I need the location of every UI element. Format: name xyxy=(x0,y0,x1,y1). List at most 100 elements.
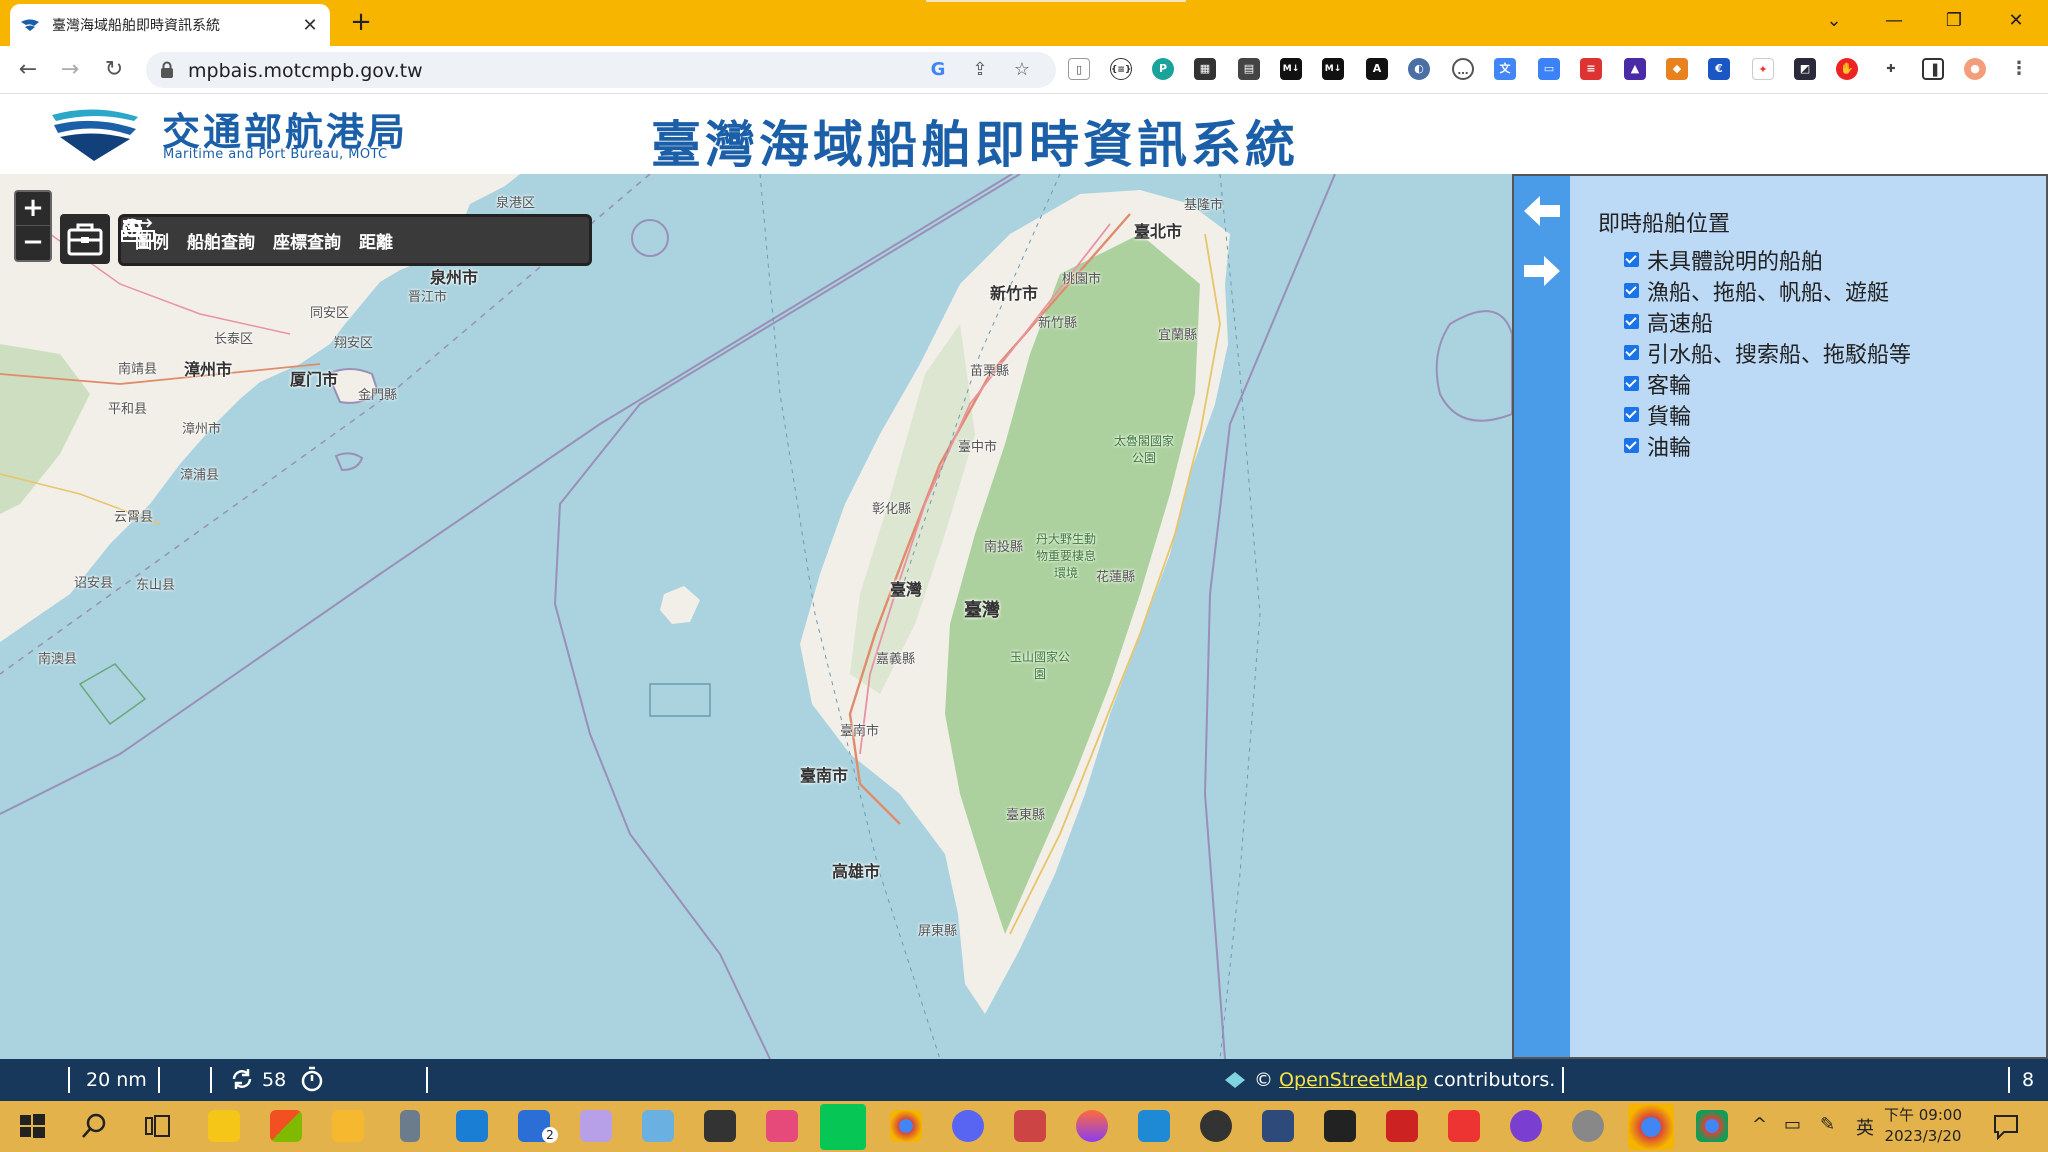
browser-tab[interactable]: 臺灣海域船舶即時資訊系統 ✕ xyxy=(10,4,330,46)
sticky-notes-icon[interactable] xyxy=(208,1110,240,1142)
app-screen-icon[interactable] xyxy=(642,1110,674,1142)
bookmark-icon[interactable]: ▯ xyxy=(1068,58,1090,80)
map-view[interactable]: 泉港区 泉州市 晋江市 同安区 长泰区 翔安区 南靖县 漳州市 厦门市 金門縣 … xyxy=(0,174,1512,1059)
toolbox-button[interactable] xyxy=(60,214,110,264)
share-icon[interactable]: ⇪ xyxy=(968,58,992,82)
arrow-left-icon[interactable] xyxy=(1522,194,1562,228)
euro-ext-icon[interactable]: € xyxy=(1708,58,1730,80)
p-ext-icon[interactable]: P xyxy=(1152,58,1174,80)
markdown-ext-icon[interactable]: M↓ xyxy=(1280,58,1302,80)
battery-icon[interactable]: ▭ xyxy=(1784,1114,1801,1135)
app-purple-icon[interactable] xyxy=(580,1110,612,1142)
task-view-icon[interactable] xyxy=(142,1110,174,1142)
legend-item[interactable]: 油輪 xyxy=(1624,430,1911,461)
tab-close-icon[interactable]: ✕ xyxy=(300,15,320,36)
qr-ext-icon[interactable]: ▦ xyxy=(1194,58,1216,80)
terminal-icon[interactable] xyxy=(704,1110,736,1142)
chart-ext-icon[interactable]: ◩ xyxy=(1794,58,1816,80)
legend-item[interactable]: 客輪 xyxy=(1624,368,1911,399)
app-blue-icon[interactable] xyxy=(456,1110,488,1142)
map-label: 基隆市 xyxy=(1184,198,1224,213)
map-label: 漳州市 xyxy=(182,422,222,437)
app-red-icon[interactable] xyxy=(1014,1110,1046,1142)
checkbox-checked[interactable] xyxy=(1624,438,1639,453)
legend-item[interactable]: 未具體說明的船舶 xyxy=(1624,244,1911,275)
graduation-ext-icon[interactable]: ▲ xyxy=(1624,58,1646,80)
app-hd-icon[interactable] xyxy=(1324,1110,1356,1142)
color-ext-icon[interactable]: ✦ xyxy=(1752,58,1774,80)
legend-item[interactable]: 高速船 xyxy=(1624,306,1911,337)
address-bar[interactable]: mpbais.motcmpb.gov.tw G ⇪ ☆ xyxy=(146,52,1056,88)
app-clapper-icon[interactable] xyxy=(1262,1110,1294,1142)
mic-app-icon[interactable] xyxy=(400,1110,420,1142)
legend-item[interactable]: 漁船、拖船、帆船、遊艇 xyxy=(1624,275,1911,306)
ms-store-icon[interactable] xyxy=(270,1110,302,1142)
tool-coordinate-search[interactable]: 座標查詢 xyxy=(122,218,341,253)
file-explorer-icon[interactable] xyxy=(332,1110,364,1142)
notification-icon[interactable] xyxy=(1990,1110,2022,1142)
search-icon[interactable] xyxy=(78,1110,110,1142)
new-tab-button[interactable]: + xyxy=(346,8,376,38)
chrome-active-icon[interactable] xyxy=(1628,1104,1674,1150)
close-window-button[interactable]: ✕ xyxy=(1996,6,2036,36)
stack-ext-icon[interactable]: ≡ xyxy=(1580,58,1602,80)
legend-item[interactable]: 貨輪 xyxy=(1624,399,1911,430)
chrome-profile-icon[interactable] xyxy=(1696,1110,1728,1142)
checkbox-checked[interactable] xyxy=(1624,314,1639,329)
checkbox-checked[interactable] xyxy=(1624,345,1639,360)
document-ext-icon[interactable]: ▤ xyxy=(1238,58,1260,80)
translate-ext-icon[interactable]: 文 xyxy=(1494,58,1516,80)
restore-button[interactable]: ❐ xyxy=(1934,6,1974,36)
legend-item[interactable]: 引水船、搜索船、拖駁船等 xyxy=(1624,337,1911,368)
a-ext-icon[interactable]: A xyxy=(1366,58,1388,80)
app-pink-icon[interactable] xyxy=(766,1110,798,1142)
puzzle-icon[interactable]: ✚ xyxy=(1880,58,1902,80)
hand-ext-icon[interactable]: ✋ xyxy=(1836,58,1858,80)
windows-start-icon[interactable] xyxy=(16,1110,48,1142)
menu-kebab-icon[interactable]: ⋮ xyxy=(2008,58,2030,80)
bookmark-star-icon[interactable]: ☆ xyxy=(1010,58,1034,82)
google-translate-icon[interactable]: G xyxy=(926,58,950,82)
side-panel-icon[interactable]: ▐ xyxy=(1922,58,1944,80)
tray-overflow-icon[interactable]: ^ xyxy=(1752,1114,1767,1135)
page-header: 交通部航港局 Maritime and Port Bureau, MOTC 臺灣… xyxy=(0,95,2048,174)
app-drop-icon[interactable] xyxy=(1076,1110,1108,1142)
clock-app-icon[interactable] xyxy=(1572,1110,1604,1142)
ime-indicator[interactable]: 英 xyxy=(1856,1114,1874,1140)
tab-search-icon[interactable]: ⌄ xyxy=(1814,6,1854,36)
arrow-right-icon[interactable] xyxy=(1522,254,1562,288)
pen-icon[interactable]: ✎ xyxy=(1820,1114,1835,1135)
checkbox-checked[interactable] xyxy=(1624,407,1639,422)
reload-button[interactable]: ↻ xyxy=(98,54,130,86)
checkbox-checked[interactable] xyxy=(1624,283,1639,298)
divider xyxy=(2008,1067,2010,1093)
line-app-icon[interactable] xyxy=(820,1104,866,1150)
chat-ext-icon[interactable]: … xyxy=(1452,58,1474,80)
zoom-in-button[interactable]: + xyxy=(16,192,50,226)
obs-icon[interactable] xyxy=(1200,1110,1232,1142)
window-ext-icon[interactable]: ▭ xyxy=(1538,58,1560,80)
minimize-button[interactable]: — xyxy=(1874,6,1914,36)
json-ext-icon[interactable]: {≡} xyxy=(1110,58,1132,80)
back-button[interactable]: ← xyxy=(12,54,44,86)
globe-ext-icon[interactable]: ◐ xyxy=(1408,58,1430,80)
timer-icon[interactable] xyxy=(300,1066,324,1092)
zoom-out-button[interactable]: − xyxy=(16,226,50,260)
system-clock[interactable]: 下午 09:00 2023/3/20 xyxy=(1884,1105,1962,1147)
voicemeeter-icon[interactable] xyxy=(1386,1110,1418,1142)
app-galaxy-icon[interactable] xyxy=(1510,1110,1542,1142)
anydesk-icon[interactable] xyxy=(1448,1110,1480,1142)
osm-attribution-link[interactable]: OpenStreetMap xyxy=(1279,1069,1428,1091)
checkbox-checked[interactable] xyxy=(1624,376,1639,391)
fox-ext-icon[interactable]: ◆ xyxy=(1666,58,1688,80)
forward-button[interactable]: → xyxy=(54,54,86,86)
refresh-icon[interactable] xyxy=(230,1067,254,1091)
vscode-icon[interactable] xyxy=(1138,1110,1170,1142)
profile-avatar[interactable]: ● xyxy=(1964,58,1986,80)
checkbox-checked[interactable] xyxy=(1624,252,1639,267)
markdown2-ext-icon[interactable]: M↓ xyxy=(1322,58,1344,80)
chrome-icon[interactable] xyxy=(890,1110,922,1142)
tool-distance[interactable]: 距離 xyxy=(121,218,393,253)
tool-vessel-search[interactable]: 船舶查詢 xyxy=(122,218,255,253)
discord-icon[interactable] xyxy=(952,1110,984,1142)
